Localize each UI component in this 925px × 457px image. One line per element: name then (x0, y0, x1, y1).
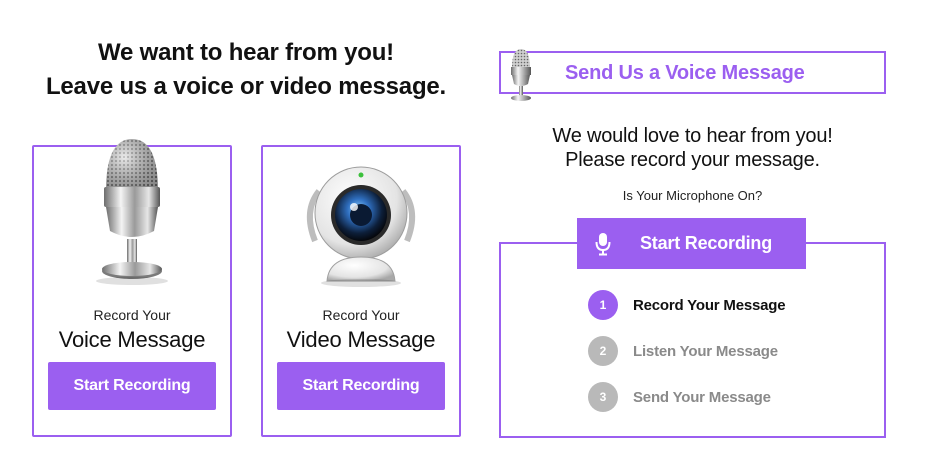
voice-start-recording-button[interactable]: Start Recording (48, 362, 216, 410)
panel-start-recording-label: Start Recording (640, 233, 773, 253)
intro-line-2: Please record your message. (565, 149, 820, 171)
page-headline: We want to hear from you! Leave us a voi… (18, 36, 474, 104)
webcam-icon (263, 131, 459, 291)
voice-card-title: Voice Message (58, 327, 206, 352)
microphone-question: Is Your Microphone On? (622, 188, 763, 203)
step-label: Listen Your Message (633, 342, 778, 360)
panel-start-recording-button[interactable]: Start Recording (577, 218, 806, 269)
step-listen: 2 Listen Your Message (588, 336, 778, 366)
intro-line-1: We would love to hear from you! (552, 125, 833, 147)
step-send: 3 Send Your Message (588, 382, 771, 412)
voice-panel-header: Send Us a Voice Message (499, 49, 886, 101)
video-start-recording-button[interactable]: Start Recording (277, 362, 445, 410)
headline-line-1: We want to hear from you! (98, 39, 394, 66)
headline-line-2: Leave us a voice or video message. (45, 73, 447, 100)
voice-message-card: Record Your Voice Message Start Recordin… (32, 139, 232, 437)
voice-panel-title: Send Us a Voice Message (565, 62, 805, 84)
video-message-card: Record Your Video Message Start Recordin… (261, 145, 461, 437)
video-card-small-label: Record Your (322, 307, 400, 323)
microphone-icon (505, 46, 537, 104)
microphone-icon (34, 131, 230, 291)
step-record: 1 Record Your Message (588, 290, 786, 320)
step-number-badge: 3 (588, 382, 618, 412)
voice-card-small-label: Record Your (93, 307, 171, 323)
step-label: Send Your Message (633, 388, 771, 406)
step-label: Record Your Message (633, 296, 786, 314)
step-number-badge: 1 (588, 290, 618, 320)
video-card-title: Video Message (286, 327, 436, 352)
step-number-badge: 2 (588, 336, 618, 366)
voice-panel-intro: We would love to hear from you! Please r… (499, 124, 886, 172)
microphone-icon (595, 232, 611, 256)
